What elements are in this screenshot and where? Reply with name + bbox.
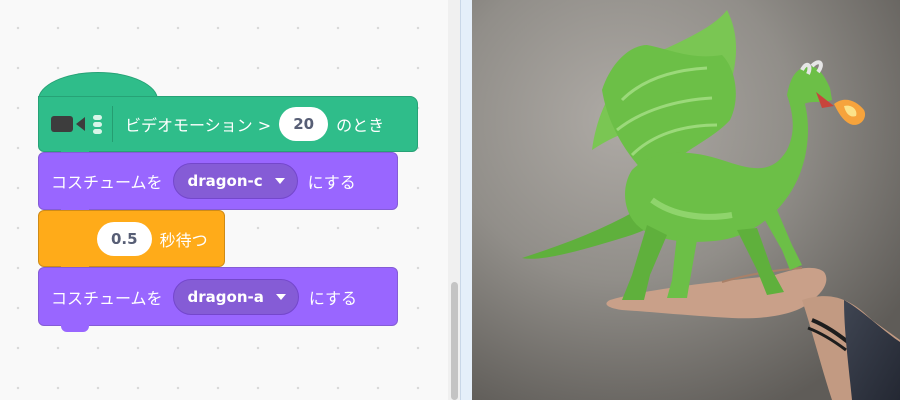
costume-dropdown-2[interactable]: dragon-a: [172, 278, 299, 315]
costume-dropdown-value: dragon-c: [187, 172, 263, 190]
stage-canvas: [472, 0, 900, 400]
dropdown-caret-icon: [274, 178, 285, 184]
switch-costume-block-2[interactable]: コスチュームを dragon-a にする: [38, 267, 398, 332]
hat-separator: [112, 106, 113, 142]
hat-label-prefix: ビデオモーション >: [125, 116, 272, 135]
motion-threshold-input[interactable]: 20: [279, 107, 329, 141]
wait-label: 秒待つ: [159, 230, 208, 250]
costume-dropdown-1[interactable]: dragon-c: [172, 163, 298, 199]
hat-label-suffix: のとき: [336, 116, 385, 135]
wait-block[interactable]: 0.5 秒待つ: [38, 210, 225, 273]
costume-label-suffix: にする: [308, 288, 358, 308]
costume-label-prefix: コスチュームを: [51, 173, 163, 192]
block-notch: [61, 325, 89, 332]
video-sensing-icon: [51, 114, 102, 134]
costume-dropdown-value: dragon-a: [187, 287, 264, 306]
stage-border: [460, 0, 472, 400]
script-workspace[interactable]: ビデオモーション > 20 のとき コスチュームを dragon-c にする 0…: [0, 0, 448, 400]
costume-label-suffix: にする: [307, 173, 356, 192]
stage[interactable]: [472, 0, 900, 400]
costume-label-prefix: コスチュームを: [51, 288, 163, 308]
switch-costume-block-1[interactable]: コスチュームを dragon-c にする: [38, 152, 398, 216]
dropdown-caret-icon: [275, 293, 286, 300]
video-motion-hat-block[interactable]: ビデオモーション > 20 のとき: [38, 96, 418, 158]
wait-seconds-input[interactable]: 0.5: [97, 221, 152, 256]
workspace-scrollbar-thumb[interactable]: [451, 282, 458, 400]
